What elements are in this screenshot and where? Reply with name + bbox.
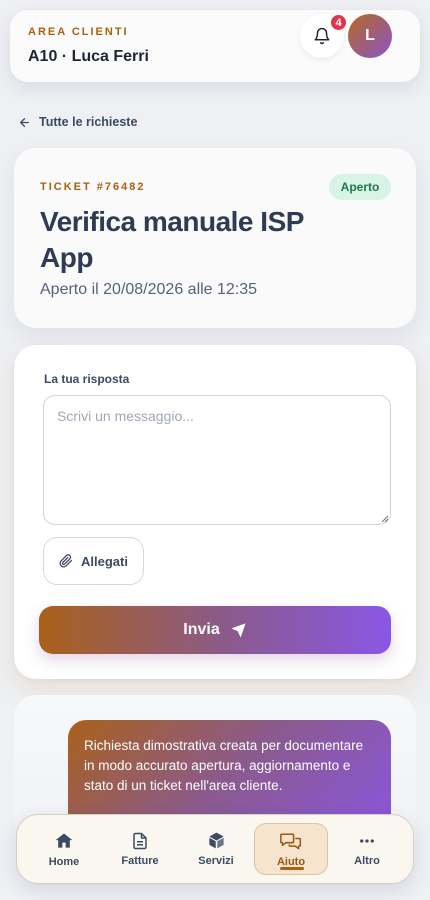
reply-field-label: La tua risposta [44, 372, 130, 386]
nav-item-more[interactable]: Altro [330, 823, 404, 875]
reply-form-card: La tua risposta Allegati Invia [14, 345, 416, 679]
attachments-label: Allegati [81, 553, 128, 569]
nav-item-invoices[interactable]: Fatture [103, 823, 177, 875]
nav-label-invoices: Fatture [121, 854, 159, 867]
nav-item-services[interactable]: Servizi [179, 823, 253, 875]
chat-icon [280, 832, 302, 849]
nav-label-home: Home [48, 855, 80, 868]
paper-plane-icon [231, 622, 246, 638]
arrow-left-icon [20, 117, 29, 127]
nav-label-services: Servizi [198, 855, 234, 867]
ticket-summary-card: TICKET #76482 Aperto Verifica manuale IS… [14, 148, 416, 328]
active-indicator [280, 867, 304, 870]
reply-message-input[interactable] [43, 395, 391, 525]
nav-label-help: Aiuto [276, 855, 306, 868]
paperclip-icon [59, 554, 73, 568]
ticket-number: TICKET #76482 [40, 181, 146, 193]
nav-label-more: Altro [354, 854, 380, 867]
status-badge: Aperto [329, 174, 391, 200]
avatar[interactable]: L [348, 14, 392, 58]
invoice-icon [133, 832, 147, 849]
bottom-nav: Home Fatture Servizi Aiuto Altro [16, 814, 414, 884]
resize-handle-icon[interactable] [381, 515, 389, 523]
bell-icon [314, 27, 330, 45]
nav-item-home[interactable]: Home [27, 823, 101, 875]
page-title: Verifica manuale ISP App [40, 206, 304, 273]
back-link-label: Tutte le richieste [39, 115, 138, 129]
area-label: AREA CLIENTI [28, 26, 129, 38]
nav-item-help[interactable]: Aiuto [254, 823, 328, 875]
attachments-button[interactable]: Allegati [43, 537, 144, 585]
ticket-opened-date: Aperto il 20/08/2026 alle 12:35 [40, 281, 258, 298]
notification-badge: 4 [329, 13, 348, 32]
send-button[interactable]: Invia [39, 606, 391, 654]
more-icon [360, 838, 374, 843]
box-icon [208, 832, 224, 849]
back-to-requests-link[interactable]: Tutte le richieste [18, 112, 137, 132]
user-name: A10 · Luca Ferri [28, 48, 149, 65]
send-label: Invia [183, 621, 220, 638]
home-icon [55, 833, 73, 848]
